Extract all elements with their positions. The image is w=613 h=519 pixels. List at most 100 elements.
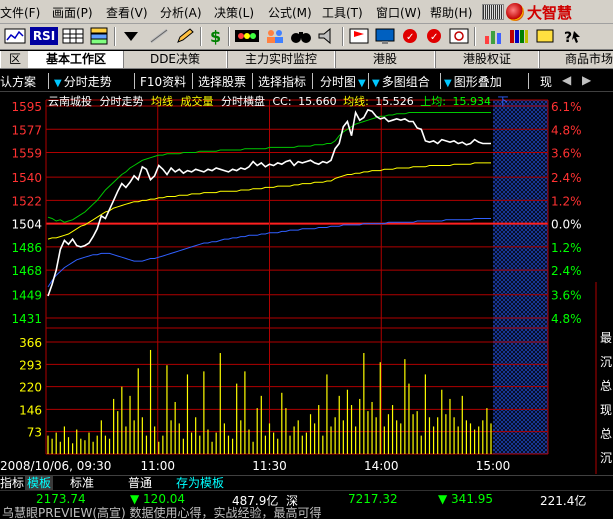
tab-prev-area[interactable]: 区: [0, 51, 30, 68]
save-template-tab[interactable]: 存为模板: [176, 476, 224, 490]
menu-screen[interactable]: 画面(P): [52, 4, 93, 21]
indicator-tab[interactable]: 指标: [0, 476, 24, 490]
rsi-button[interactable]: RSI: [30, 27, 58, 45]
price-tick-label: 1540: [11, 171, 42, 185]
percent-tick-label: 2.4%: [551, 264, 582, 278]
tab-separator: [192, 73, 193, 89]
menu-decision[interactable]: 决策(L): [214, 4, 254, 21]
help-icon[interactable]: ?: [560, 27, 582, 45]
right-panel-label: 沉: [600, 355, 612, 369]
volume-tick-label: 73: [27, 426, 42, 440]
svg-text:$: $: [210, 27, 221, 45]
normal-tab[interactable]: 普通: [128, 476, 152, 490]
ftab-select-stock[interactable]: 选择股票: [198, 73, 246, 90]
kline-chart-icon[interactable]: [4, 27, 26, 45]
menu-window[interactable]: 窗口(W): [376, 4, 421, 21]
index-status-bar: 2173.74 ▼ 120.04 487.9亿 深 7217.32 ▼ 341.…: [0, 490, 613, 508]
menu-file[interactable]: 文件(F): [0, 4, 40, 21]
binoculars-icon[interactable]: [290, 27, 312, 45]
brand-logo: 大智慧: [506, 2, 613, 22]
time-tick-label: 15:00: [476, 459, 511, 473]
menu-view[interactable]: 查看(V): [106, 4, 148, 21]
ma-caption: 均线:: [343, 94, 369, 108]
menu-dropdown-box[interactable]: [482, 4, 504, 20]
stack-icon[interactable]: [88, 27, 110, 45]
ftab-intraday[interactable]: ▼ 分时走势: [54, 73, 112, 90]
ftab-label: 认方案: [0, 75, 37, 89]
dropdown-icon[interactable]: [120, 27, 142, 45]
scroll-right-icon[interactable]: ▶: [582, 73, 591, 87]
sz-index-value: 7217.32: [348, 492, 398, 506]
cc-label: CC:: [273, 95, 292, 108]
dots-icon[interactable]: [234, 27, 260, 45]
upavg-label: 上均:: [420, 95, 446, 108]
ftab-current[interactable]: 现: [540, 73, 552, 90]
books-icon[interactable]: [508, 27, 530, 45]
chevron-down-icon: ▼: [358, 78, 366, 89]
time-tick-label: 14:00: [364, 459, 399, 473]
ftab-select-indicator[interactable]: 选择指标: [258, 73, 306, 90]
ftab-label: 选择指标: [258, 75, 307, 89]
price-tick-label: 1486: [11, 241, 42, 255]
tab-hk-warrants[interactable]: 港股权证: [434, 51, 540, 68]
target-icon[interactable]: [448, 27, 470, 45]
time-tick-label: 11:30: [252, 459, 287, 473]
menu-tools[interactable]: 工具(T): [322, 4, 363, 21]
news-ticker: 乌慧眼PREVIEW(高宣) 数据使用心得，实战经验，最高可得: [0, 506, 613, 519]
ticker-text[interactable]: 乌慧眼PREVIEW(高宣) 数据使用心得，实战经验，最高可得: [2, 506, 322, 519]
draw-tool-icon[interactable]: [148, 27, 170, 45]
toolbar-separator: [114, 27, 116, 46]
percent-tick-label: 1.2%: [551, 194, 582, 208]
red-circle-icon[interactable]: ✓: [400, 27, 420, 45]
monitor-icon[interactable]: [374, 27, 396, 45]
tab-basic-workspace[interactable]: 基本工作区: [28, 51, 124, 68]
menu-analysis[interactable]: 分析(A): [160, 4, 202, 21]
percent-tick-label: 6.1%: [551, 100, 582, 114]
volume-tick-label: 146: [19, 403, 42, 417]
intraday-chart[interactable]: 云南城投 分时走势 均线 成交量 分时横盘 CC: 15.660 均线: 15.…: [0, 92, 613, 475]
right-panel-label: 总: [600, 379, 612, 393]
ftab-label: 分时走势: [63, 75, 112, 89]
percent-tick-label: 4.8%: [551, 312, 582, 326]
flag-icon[interactable]: [348, 27, 370, 45]
ftab-f10[interactable]: F10资料: [140, 73, 186, 90]
tab-main-force-monitor[interactable]: 主力实时监控: [226, 51, 336, 68]
tab-hk-stocks[interactable]: 港股: [334, 51, 436, 68]
scroll-left-icon[interactable]: ◀: [562, 73, 571, 87]
ftab-multi-chart[interactable]: ▼ 多图组合: [372, 73, 430, 90]
tab-dde-decision[interactable]: DDE决策: [122, 51, 228, 68]
standard-tab[interactable]: 标准: [70, 476, 94, 490]
svg-text:✓: ✓: [430, 32, 438, 43]
yellow-box-icon[interactable]: [534, 27, 556, 45]
percent-tick-label: 2.4%: [551, 171, 582, 185]
toolbar-separator: [200, 27, 202, 46]
tab-commodity-market[interactable]: 商品市场: [538, 51, 613, 68]
red-circle-icon[interactable]: ✓: [424, 27, 444, 45]
right-panel-label: 最: [600, 331, 612, 345]
ftab-label: 选择股票: [198, 75, 247, 89]
date-time-label: 2008/10/06, 09:30: [0, 459, 111, 473]
people-icon[interactable]: [264, 27, 286, 45]
bar-chart-icon[interactable]: [482, 27, 504, 45]
pencil-icon[interactable]: [174, 27, 196, 45]
percent-tick-label: 1.2%: [551, 241, 582, 255]
mode-label: 分时横盘: [221, 94, 265, 108]
menu-help[interactable]: 帮助(H): [430, 4, 472, 21]
sh-index-change: ▼ 120.04: [130, 492, 186, 506]
template-bar: 指标 模板 标准 普通 存为模板: [0, 475, 613, 490]
ftab-intraday-chart[interactable]: 分时图 ▼: [320, 73, 368, 90]
dollar-icon[interactable]: $: [206, 27, 224, 45]
ftab-label: 多图组合: [381, 75, 430, 89]
menu-formula[interactable]: 公式(M): [268, 4, 312, 21]
toolbar-separator: [342, 27, 344, 46]
ftab-overlay[interactable]: ▼ 图形叠加: [444, 73, 502, 90]
ftab-default-scheme[interactable]: 认方案: [0, 73, 36, 90]
tab-separator: [368, 73, 369, 89]
right-panel-label: 总: [600, 427, 612, 441]
info-tail: 下: [498, 95, 509, 108]
speaker-icon[interactable]: [316, 27, 338, 45]
ftab-label: F10资料: [140, 75, 187, 89]
table-icon[interactable]: [62, 27, 84, 45]
upavg-value: 15.934: [453, 95, 492, 108]
template-tab[interactable]: 模板: [25, 476, 54, 490]
